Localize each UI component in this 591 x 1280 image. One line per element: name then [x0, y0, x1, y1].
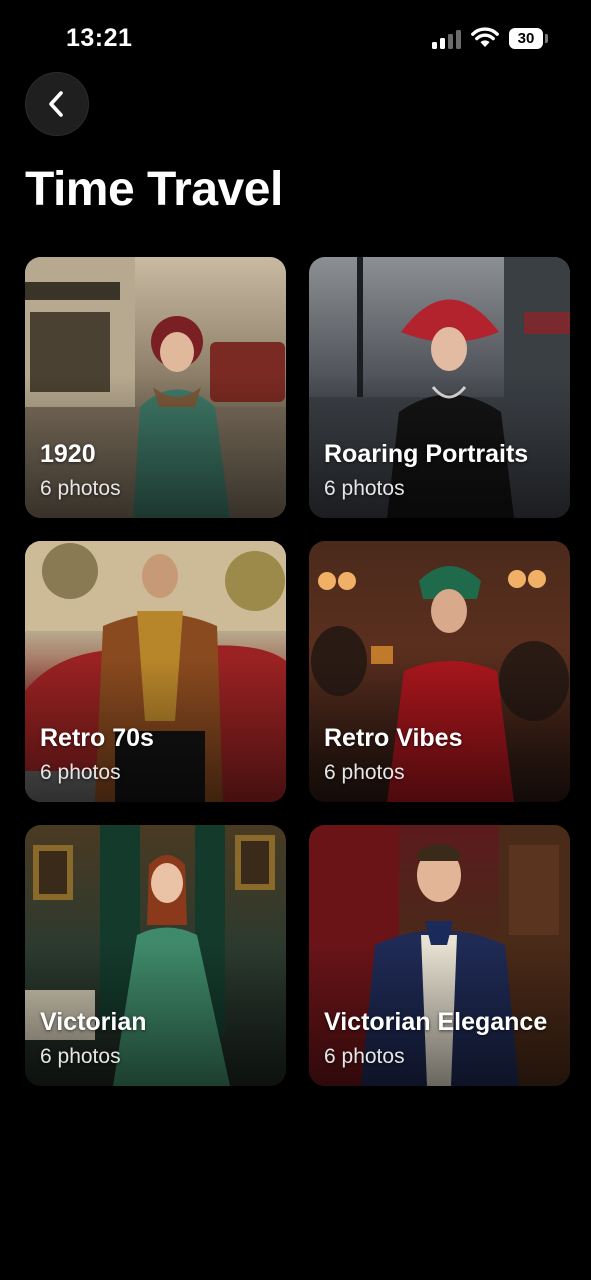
- album-title: Retro 70s: [40, 724, 154, 752]
- album-grid: 1920 6 photos Roaring Portraits 6 photos: [25, 257, 570, 1086]
- battery-icon: 30: [509, 28, 543, 49]
- album-card-victorian[interactable]: Victorian 6 photos: [25, 825, 286, 1086]
- status-bar: 13:21 30: [0, 0, 591, 70]
- album-title: Victorian Elegance: [324, 1008, 548, 1036]
- page-title: Time Travel: [25, 163, 283, 216]
- album-card-retro-vibes[interactable]: Retro Vibes 6 photos: [309, 541, 570, 802]
- album-card-retro-70s[interactable]: Retro 70s 6 photos: [25, 541, 286, 802]
- album-title: 1920: [40, 440, 96, 468]
- album-card-roaring-portraits[interactable]: Roaring Portraits 6 photos: [309, 257, 570, 518]
- album-card-victorian-elegance[interactable]: Victorian Elegance 6 photos: [309, 825, 570, 1086]
- back-button[interactable]: [25, 72, 89, 136]
- battery-level: 30: [517, 30, 535, 47]
- album-photo-count: 6 photos: [40, 1045, 121, 1068]
- battery-tip: [545, 34, 548, 43]
- status-time: 13:21: [66, 24, 133, 52]
- wifi-icon: [471, 27, 499, 47]
- album-photo-count: 6 photos: [40, 477, 121, 500]
- cellular-signal-icon: [432, 29, 464, 49]
- album-photo-count: 6 photos: [324, 761, 405, 784]
- album-photo-count: 6 photos: [324, 1045, 405, 1068]
- album-card-1920[interactable]: 1920 6 photos: [25, 257, 286, 518]
- album-photo-count: 6 photos: [40, 761, 121, 784]
- album-photo-count: 6 photos: [324, 477, 405, 500]
- album-title: Victorian: [40, 1008, 147, 1036]
- chevron-left-icon: [49, 91, 63, 117]
- album-title: Roaring Portraits: [324, 440, 529, 468]
- album-title: Retro Vibes: [324, 724, 463, 752]
